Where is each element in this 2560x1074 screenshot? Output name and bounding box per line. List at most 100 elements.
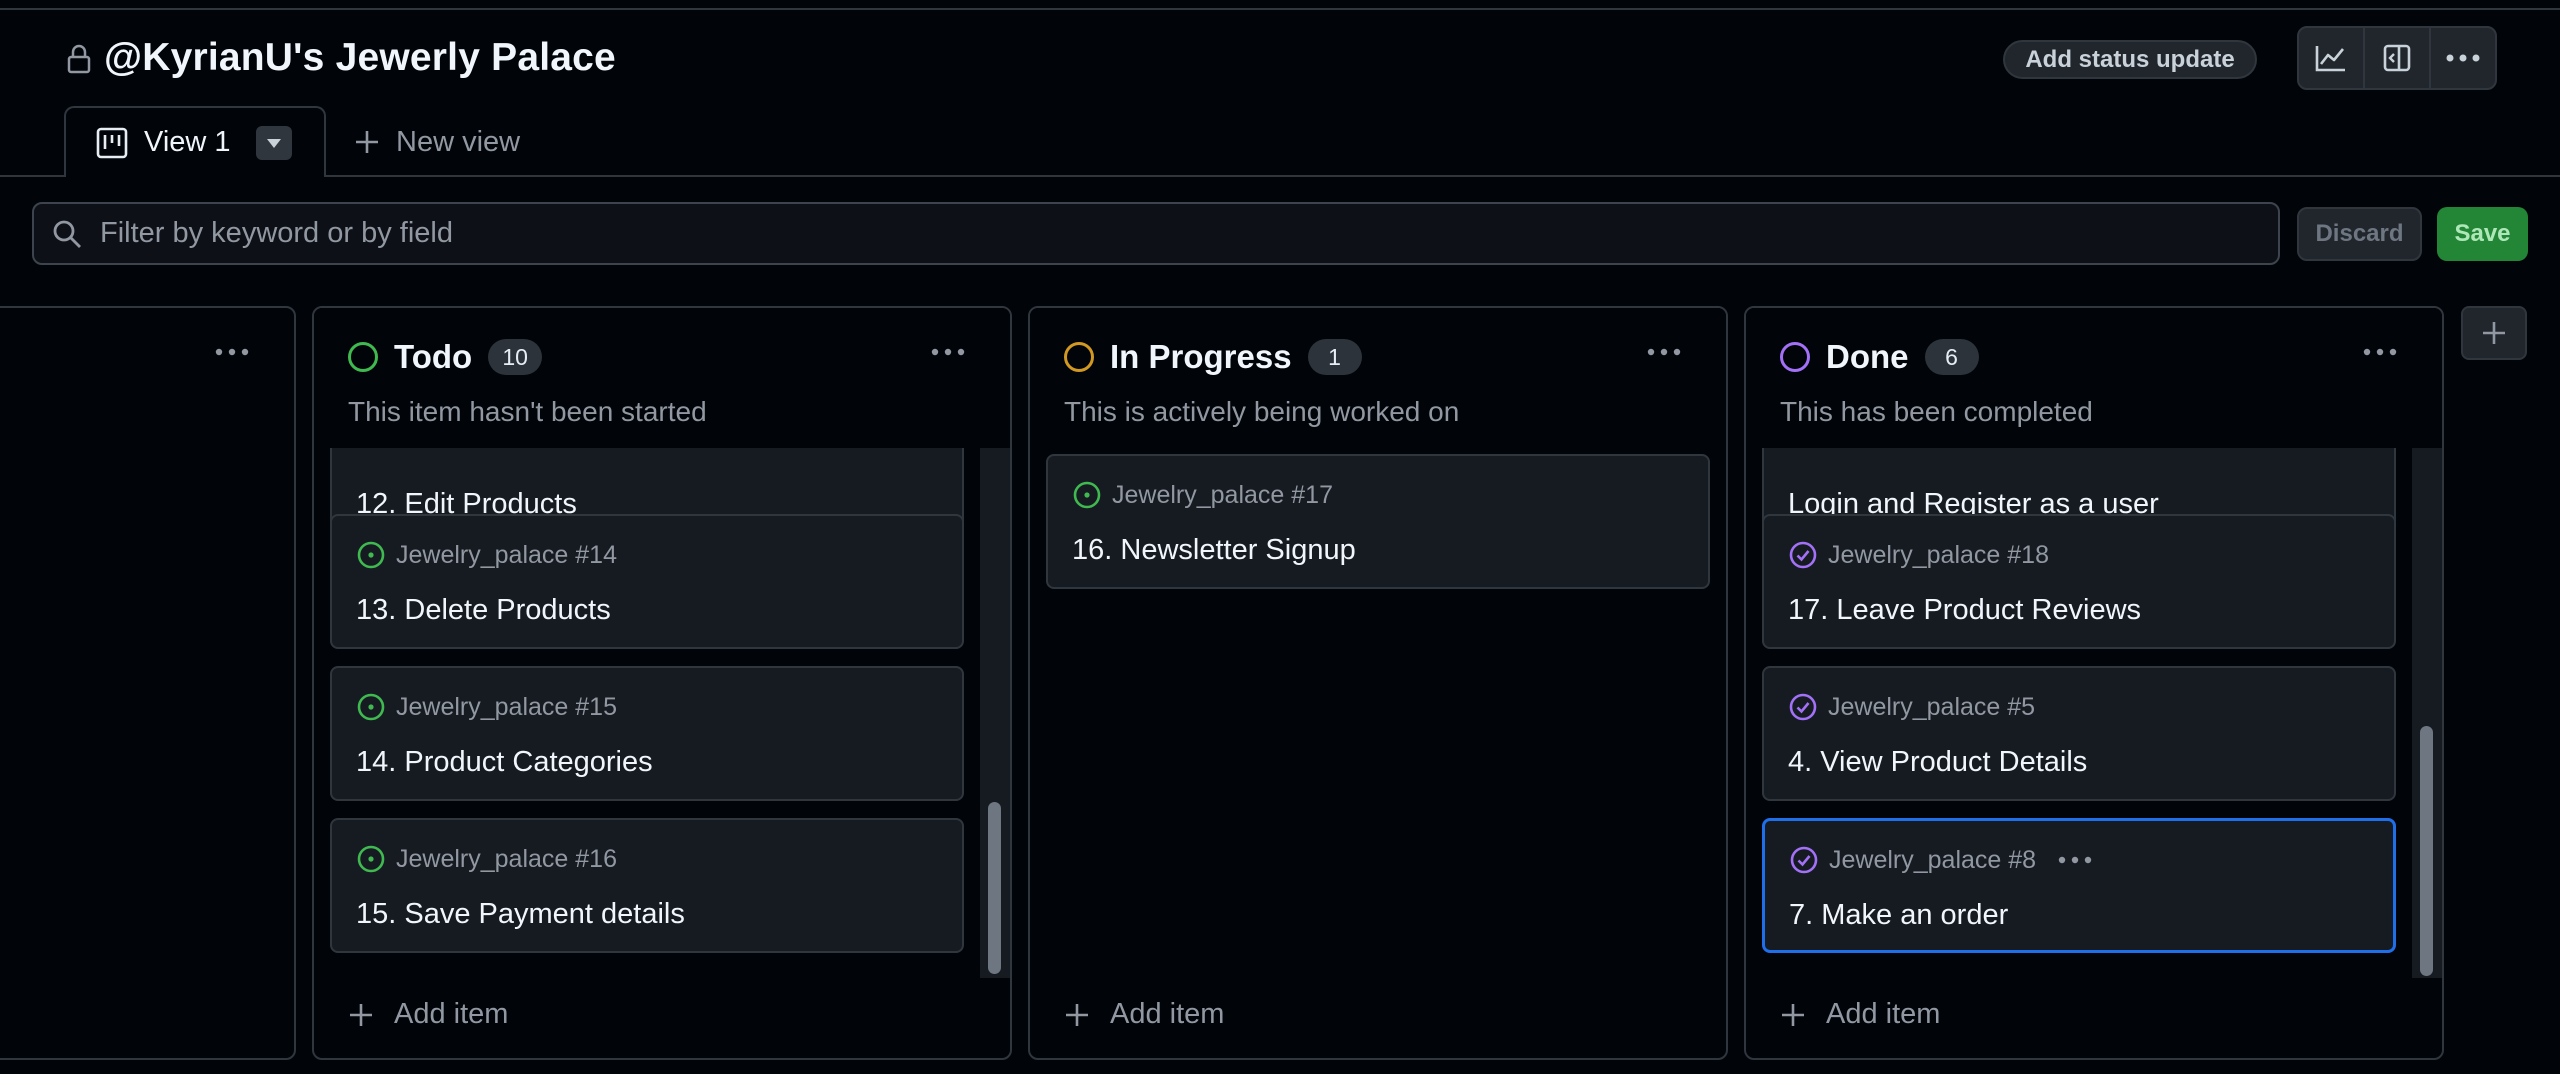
column-header: Todo 10 This item hasn't been started	[314, 308, 1010, 448]
kebab-horizontal-icon	[1647, 348, 1681, 356]
triangle-down-icon	[267, 138, 281, 148]
plus-icon	[1782, 1003, 1804, 1026]
card-title[interactable]: 16. Newsletter Signup	[1072, 534, 1356, 567]
lock-icon	[67, 44, 91, 74]
card-title[interactable]: 13. Delete Products	[356, 594, 611, 627]
sidebar-expand-icon	[2383, 44, 2411, 72]
item-count-badge: 6	[1924, 339, 1979, 375]
tab-view-1-label: View 1	[144, 126, 231, 158]
card-meta: Jewelry_palace #15	[356, 692, 617, 722]
toggle-panel-button[interactable]	[2363, 28, 2429, 88]
project-board-icon	[96, 127, 128, 158]
card-meta: Jewelry_palace #17	[1072, 480, 1333, 510]
issue-open-icon	[357, 845, 385, 873]
column-menu-button[interactable]	[926, 338, 970, 366]
card-item[interactable]: Jewelry_palace #18 17. Leave Product Rev…	[1762, 514, 2396, 649]
column-name: Todo	[394, 338, 473, 375]
card-title[interactable]: 4. View Product Details	[1788, 746, 2087, 779]
card-item[interactable]: Jewelry_palace #15 14. Product Categorie…	[330, 666, 964, 801]
kebab-horizontal-icon	[2363, 348, 2397, 356]
column-scrollbar[interactable]	[2412, 446, 2442, 978]
card-item[interactable]: Jewelry_palace #14 13. Delete Products	[330, 514, 964, 649]
add-item-button[interactable]: Add item	[1064, 998, 1224, 1031]
view-actions-group	[2297, 26, 2497, 90]
card-meta: Jewelry_palace #8	[1789, 845, 2092, 875]
card-item[interactable]: Jewelry_palace #17 16. Newsletter Signup	[1046, 454, 1710, 589]
graph-icon	[2315, 46, 2345, 72]
project-title: @KyrianU's Jewerly Palace	[104, 36, 616, 79]
new-view-label: New view	[396, 125, 521, 158]
add-column-button[interactable]	[2461, 306, 2527, 360]
column-partial	[0, 306, 296, 1060]
card-ref: Jewelry_palace #14	[396, 540, 617, 569]
column-menu-button[interactable]	[1642, 338, 1686, 366]
status-circle-icon	[348, 342, 378, 372]
column-header: Done 6 This has been completed	[1746, 308, 2442, 448]
issue-open-icon	[357, 541, 385, 569]
column-menu-button[interactable]	[210, 338, 254, 366]
issue-closed-icon	[1789, 541, 1817, 569]
card-ref: Jewelry_palace #15	[396, 692, 617, 721]
status-circle-icon	[1064, 342, 1094, 372]
column-description: This item hasn't been started	[348, 396, 707, 427]
column-scrollbar[interactable]	[980, 446, 1010, 978]
issue-closed-icon	[1790, 846, 1818, 874]
column-name: Done	[1826, 338, 1909, 375]
card-title[interactable]: 17. Leave Product Reviews	[1788, 594, 2141, 627]
add-item-button[interactable]: Add item	[1780, 998, 1940, 1031]
card-meta: Jewelry_palace #16	[356, 844, 617, 874]
item-count-badge: 1	[1307, 339, 1362, 375]
plus-icon	[356, 131, 378, 153]
kebab-horizontal-icon	[215, 348, 249, 356]
card-menu-button[interactable]	[2058, 856, 2092, 864]
kebab-horizontal-icon	[931, 348, 965, 356]
plus-icon	[350, 1003, 372, 1026]
filter-bar[interactable]	[32, 202, 2280, 265]
filter-input[interactable]	[100, 217, 2200, 250]
more-options-button[interactable]	[2429, 28, 2495, 88]
top-divider	[0, 8, 2560, 10]
add-item-label: Add item	[1826, 998, 1941, 1030]
card-title[interactable]: 15. Save Payment details	[356, 898, 685, 931]
project-board: @KyrianU's Jewerly Palace Add status upd…	[0, 0, 2560, 1074]
tab-view-options-button[interactable]	[256, 126, 292, 160]
column-todo: 12. Edit Products Jewelry_palace #14 13.…	[312, 306, 1012, 1060]
column-header: In Progress 1 This is actively being wor…	[1030, 308, 1726, 448]
column-title-row: In Progress 1	[1064, 338, 1362, 376]
insights-button[interactable]	[2299, 28, 2363, 88]
card-meta: Jewelry_palace #5	[1788, 692, 2035, 722]
scrollbar-thumb[interactable]	[2420, 726, 2433, 976]
issue-open-icon	[1073, 481, 1101, 509]
item-count-badge: 10	[488, 339, 543, 375]
kebab-horizontal-icon	[2058, 856, 2092, 864]
card-item-selected[interactable]: Jewelry_palace #8 7. Make an order	[1762, 818, 2396, 953]
issue-open-icon	[357, 693, 385, 721]
card-title[interactable]: 14. Product Categories	[356, 746, 653, 779]
column-description: This has been completed	[1780, 396, 2093, 427]
add-item-button[interactable]: Add item	[348, 998, 508, 1031]
column-description: This is actively being worked on	[1064, 396, 1460, 427]
search-icon	[53, 220, 81, 248]
add-status-update-button[interactable]: Add status update	[2003, 40, 2257, 79]
card-meta: Jewelry_palace #18	[1788, 540, 2049, 570]
card-ref: Jewelry_palace #16	[396, 844, 617, 873]
discard-button[interactable]: Discard	[2297, 207, 2422, 261]
column-done: Login and Register as a user Jewelry_pal…	[1744, 306, 2444, 1060]
tab-view-1[interactable]: View 1	[64, 106, 326, 177]
card-item[interactable]: Jewelry_palace #5 4. View Product Detail…	[1762, 666, 2396, 801]
card-ref: Jewelry_palace #18	[1828, 540, 2049, 569]
column-menu-button[interactable]	[2358, 338, 2402, 366]
add-item-label: Add item	[394, 998, 509, 1030]
new-view-button[interactable]: New view	[354, 120, 520, 164]
card-title[interactable]: 7. Make an order	[1789, 899, 2008, 932]
column-title-row: Done 6	[1780, 338, 1979, 376]
scrollbar-thumb[interactable]	[988, 802, 1001, 974]
card-item[interactable]: Jewelry_palace #16 15. Save Payment deta…	[330, 818, 964, 953]
column-in-progress: In Progress 1 This is actively being wor…	[1028, 306, 1728, 1060]
column-title-row: Todo 10	[348, 338, 543, 376]
save-button[interactable]: Save	[2437, 207, 2528, 261]
card-ref: Jewelry_palace #5	[1828, 692, 2036, 721]
plus-icon	[1066, 1003, 1088, 1026]
card-meta: Jewelry_palace #14	[356, 540, 617, 570]
kebab-horizontal-icon	[2446, 54, 2480, 62]
